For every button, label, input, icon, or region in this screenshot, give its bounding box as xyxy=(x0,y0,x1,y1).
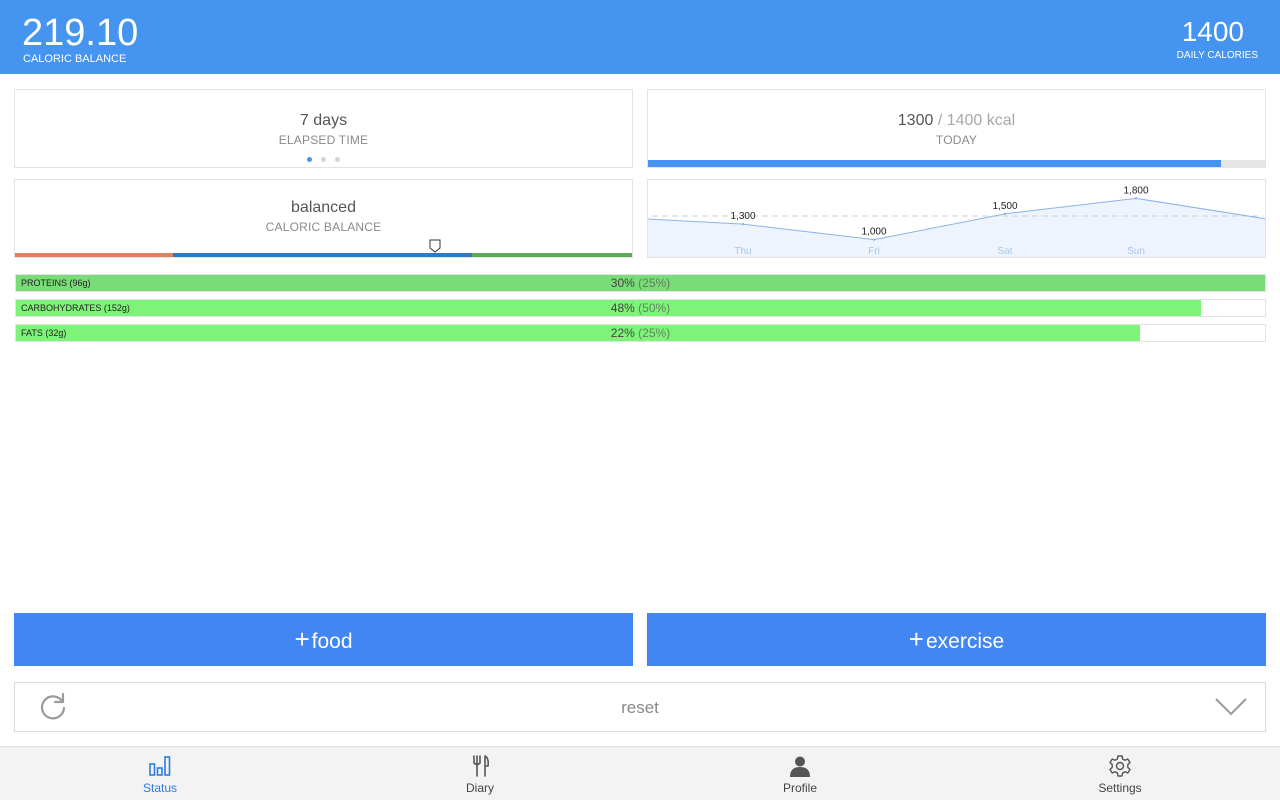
macro-percent: 30% (25%) xyxy=(16,276,1265,290)
chart-data-label: 1,800 xyxy=(1123,185,1148,196)
balance-marker-icon xyxy=(429,239,441,253)
balance-status-value: balanced xyxy=(291,199,356,216)
reset-label: reset xyxy=(621,698,659,717)
today-calories: 1300 / 1400 kcal xyxy=(648,112,1265,130)
tab-profile-label: Profile xyxy=(782,781,817,795)
elapsed-time-value: 7 days xyxy=(299,112,348,129)
caloric-balance-label: CALORIC BALANCE xyxy=(23,53,127,65)
pager-dot[interactable] xyxy=(307,157,312,162)
plus-icon: + xyxy=(294,624,310,654)
pager-dot[interactable] xyxy=(321,157,326,162)
macro-target-pct: (50%) xyxy=(638,301,671,315)
tab-status-label: Status xyxy=(142,781,178,795)
macro-bar: FATS (32g) 22% (25%) xyxy=(15,324,1266,342)
chart-point xyxy=(1003,212,1007,216)
pager-dot[interactable] xyxy=(335,157,340,162)
chart-point xyxy=(872,238,876,241)
chevron-down-icon[interactable] xyxy=(1215,697,1247,717)
balance-card: balanced CALORIC BALANCE xyxy=(14,179,633,258)
add-exercise-label: exercise xyxy=(925,630,1005,653)
daily-calories-value: 1400 xyxy=(1181,16,1244,47)
tab-status[interactable]: Status xyxy=(0,747,320,800)
chart-x-tick-label: Fri xyxy=(868,246,880,257)
plus-icon: + xyxy=(908,624,924,654)
macro-percent: 48% (50%) xyxy=(16,301,1265,315)
fork-knife-icon xyxy=(473,755,489,777)
macro-actual-pct: 22% xyxy=(610,326,635,340)
balance-status-label: CALORIC BALANCE xyxy=(265,220,382,234)
chart-data-label: 1,300 xyxy=(730,211,755,222)
gear-icon xyxy=(1109,755,1131,777)
chart-data-label: 1,000 xyxy=(861,227,886,238)
tab-settings-label: Settings xyxy=(1098,781,1142,795)
macro-actual-pct: 30% xyxy=(610,276,635,290)
app-header: 219.10 CALORIC BALANCE 1400 DAILY CALORI… xyxy=(0,0,1280,74)
macro-bar: CARBOHYDRATES (152g) 48% (50%) xyxy=(15,299,1266,317)
add-food-label: food xyxy=(311,630,353,653)
pager-dots[interactable] xyxy=(15,157,632,162)
chart-data-label: 1,500 xyxy=(992,201,1017,212)
macro-target-pct: (25%) xyxy=(638,326,671,340)
macro-bar: PROTEINS (96g) 30% (25%) xyxy=(15,274,1266,292)
elapsed-time-label: ELAPSED TIME xyxy=(278,133,369,147)
chart-x-tick-label: Sun xyxy=(1127,246,1145,257)
reset-row[interactable]: reset xyxy=(14,682,1266,732)
user-icon xyxy=(790,756,810,777)
daily-calories-label: DAILY CALORIES xyxy=(1176,50,1258,61)
today-goal: / 1400 kcal xyxy=(933,112,1016,129)
chart-svg: 1,300 Thu 1,000 Fri 1,500 Sat 1,800 Sun xyxy=(648,185,1265,257)
caloric-balance-value: 219.10 xyxy=(22,12,139,54)
elapsed-time-card[interactable]: 7 days ELAPSED TIME xyxy=(14,89,633,168)
tab-diary-label: Diary xyxy=(465,781,494,795)
macro-percent: 22% (25%) xyxy=(16,326,1265,340)
chart-x-tick-label: Sat xyxy=(997,246,1012,257)
tab-profile[interactable]: Profile xyxy=(640,747,960,800)
tab-diary[interactable]: Diary xyxy=(320,747,640,800)
today-label: TODAY xyxy=(935,133,978,147)
chart-point xyxy=(741,222,745,226)
today-consumed: 1300 xyxy=(897,112,934,129)
today-progress-bar xyxy=(648,160,1265,167)
balance-scale-mid xyxy=(173,253,472,257)
bar-chart-icon xyxy=(149,756,171,776)
bottom-tab-bar: Status Diary Profile Settings xyxy=(0,746,1280,800)
weekly-calories-chart[interactable]: 1,300 Thu 1,000 Fri 1,500 Sat 1,800 Sun xyxy=(647,179,1266,258)
add-food-button[interactable]: +food xyxy=(14,613,633,666)
chart-point xyxy=(1134,197,1138,200)
add-exercise-button[interactable]: +exercise xyxy=(647,613,1266,666)
today-progress-fill xyxy=(648,160,1222,167)
chart-x-tick-label: Thu xyxy=(734,246,751,257)
balance-scale-high xyxy=(472,253,632,257)
balance-scale-low xyxy=(15,253,173,257)
macro-actual-pct: 48% xyxy=(610,301,635,315)
macro-target-pct: (25%) xyxy=(638,276,671,290)
today-card: 1300 / 1400 kcal TODAY xyxy=(647,89,1266,168)
tab-settings[interactable]: Settings xyxy=(960,747,1280,800)
